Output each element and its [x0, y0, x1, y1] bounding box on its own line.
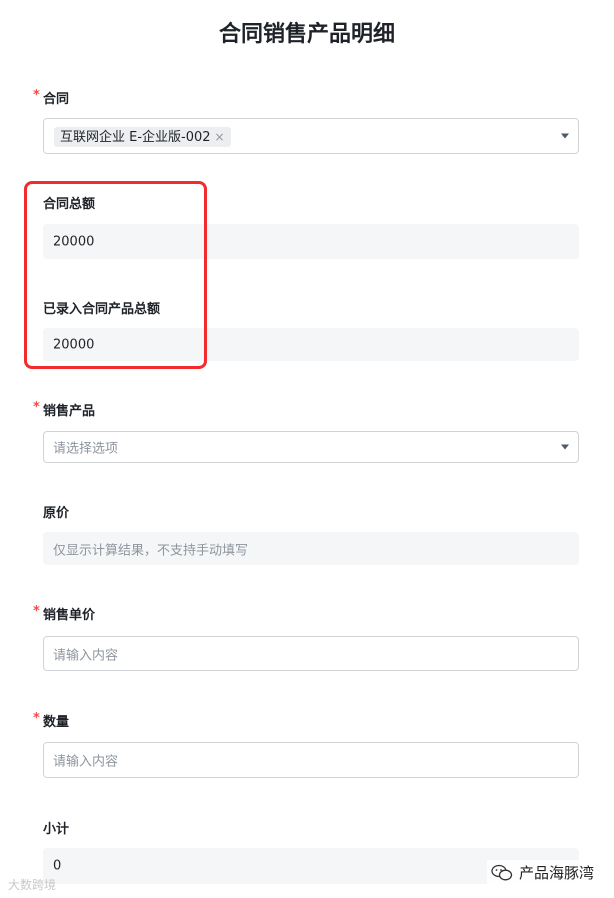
watermark-right-text: 产品海豚湾 [518, 864, 594, 882]
required-mark: * [33, 400, 40, 415]
unit-price-input[interactable]: 请输入内容 [43, 636, 579, 671]
wechat-icon [491, 864, 513, 880]
subtotal-label: 小计 [43, 822, 70, 837]
product-select[interactable]: 请选择选项 [43, 431, 579, 463]
contract-tag: 互联网企业 E-企业版-002 × [54, 127, 231, 147]
contract-tag-text: 互联网企业 E-企业版-002 [60, 130, 211, 145]
close-icon[interactable]: × [215, 130, 225, 144]
unit-price-placeholder: 请输入内容 [53, 648, 119, 663]
contract-select[interactable]: 互联网企业 E-企业版-002 × [43, 118, 579, 154]
page-title: 合同销售产品明细 [218, 22, 395, 47]
required-mark: * [33, 88, 40, 103]
quantity-placeholder: 请输入内容 [53, 754, 119, 770]
product-label: 销售产品 [43, 404, 96, 419]
unit-price-label: 销售单价 [43, 608, 96, 623]
watermark-left: 大数跨境 [8, 876, 56, 893]
subtotal-value: 0 [53, 858, 62, 874]
required-mark: * [33, 711, 40, 726]
original-price-field: 仅显示计算结果，不支持手动填写 [43, 532, 579, 565]
original-price-label: 原价 [43, 506, 70, 521]
quantity-input[interactable]: 请输入内容 [43, 742, 579, 778]
highlight-box [24, 181, 207, 369]
chevron-down-icon[interactable] [561, 444, 569, 450]
chevron-down-icon[interactable] [561, 133, 569, 139]
product-placeholder: 请选择选项 [53, 441, 119, 457]
contract-label: 合同 [43, 92, 70, 107]
watermark-left-text: 大数跨境 [8, 878, 57, 892]
required-mark: * [33, 604, 40, 619]
quantity-label: 数量 [43, 715, 70, 730]
original-price-placeholder: 仅显示计算结果，不支持手动填写 [53, 543, 249, 558]
watermark-right: 产品海豚湾 [486, 860, 598, 885]
